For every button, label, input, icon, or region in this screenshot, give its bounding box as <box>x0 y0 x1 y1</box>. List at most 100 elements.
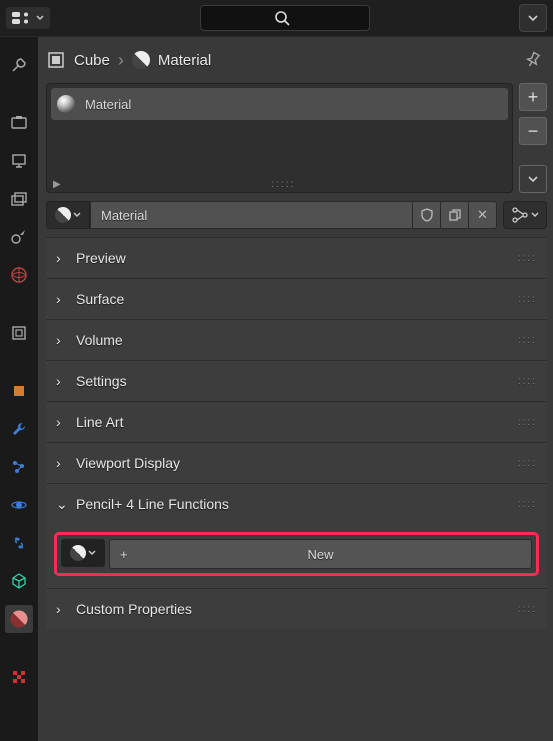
material-slot-item[interactable]: Material <box>51 88 508 120</box>
panel-volume-label: Volume <box>76 332 123 348</box>
scene-icon <box>10 228 28 246</box>
pencil-new-button[interactable]: + New <box>109 539 532 569</box>
drag-handle-icon[interactable]: :::: <box>518 458 537 469</box>
chevron-down-icon: ⌄ <box>56 496 66 513</box>
material-name-value: Material <box>101 208 147 223</box>
world-icon <box>10 266 28 284</box>
object-icon <box>46 50 66 70</box>
minus-icon: − <box>528 122 539 140</box>
drag-handle-icon[interactable]: :::: <box>518 335 537 346</box>
remove-slot-button[interactable]: − <box>519 117 547 145</box>
add-slot-button[interactable]: + <box>519 83 547 111</box>
material-slot-list[interactable]: Material ▶ ::::: <box>46 83 513 193</box>
panel-custom-label: Custom Properties <box>76 601 192 617</box>
wrench-icon <box>10 420 28 438</box>
panel-lineart-label: Line Art <box>76 414 123 430</box>
panel-custom-header[interactable]: › Custom Properties :::: <box>46 589 547 629</box>
output-icon <box>10 152 28 170</box>
panel-lineart-header[interactable]: › Line Art :::: <box>46 402 547 442</box>
expand-list-icon[interactable]: ▶ <box>53 179 61 190</box>
panel-surface-label: Surface <box>76 291 124 307</box>
tab-object[interactable] <box>5 377 33 405</box>
new-material-copy-button[interactable] <box>441 201 469 229</box>
chevron-right-icon: › <box>118 50 124 71</box>
editor-type-dropdown[interactable] <box>6 7 50 29</box>
material-name-input[interactable]: Material <box>90 201 413 229</box>
physics-icon <box>10 496 28 514</box>
panel-pencil-header[interactable]: ⌄ Pencil+ 4 Line Functions :::: <box>46 484 547 524</box>
plus-icon: + <box>528 88 539 106</box>
tab-scene[interactable] <box>5 223 33 251</box>
tab-output[interactable] <box>5 147 33 175</box>
chevron-down-icon <box>73 211 81 219</box>
pin-icon <box>524 51 542 69</box>
unlink-material-button[interactable]: ✕ <box>469 201 497 229</box>
tab-world[interactable] <box>5 261 33 289</box>
drag-handle-icon[interactable]: :::: <box>518 604 537 615</box>
chevron-right-icon: › <box>56 414 66 430</box>
drag-handle-icon[interactable]: :::: <box>518 376 537 387</box>
breadcrumb-material[interactable]: Material <box>132 51 211 69</box>
material-icon <box>128 47 153 72</box>
panel-viewport-header[interactable]: › Viewport Display :::: <box>46 443 547 483</box>
drag-handle-icon[interactable]: :::: <box>518 499 537 510</box>
duplicate-icon <box>448 208 462 222</box>
panel-settings-header[interactable]: › Settings :::: <box>46 361 547 401</box>
drag-handle-icon[interactable]: :::: <box>518 294 537 305</box>
nodetree-icon <box>511 207 529 223</box>
chevron-right-icon: › <box>56 455 66 471</box>
plus-icon: + <box>120 547 128 562</box>
panel-preview-header[interactable]: › Preview :::: <box>46 238 547 278</box>
property-tab-strip <box>0 37 38 741</box>
particles-icon <box>10 458 28 476</box>
panel-surface-header[interactable]: › Surface :::: <box>46 279 547 319</box>
constraints-icon <box>10 534 28 552</box>
viewlayer-icon <box>10 190 28 208</box>
pencil-new-label: New <box>307 547 333 562</box>
tab-modifiers[interactable] <box>5 415 33 443</box>
search-input[interactable] <box>200 5 370 31</box>
material-icon <box>52 204 75 227</box>
collection-icon <box>10 324 28 342</box>
tab-data[interactable] <box>5 567 33 595</box>
tab-material[interactable] <box>5 605 33 633</box>
slot-specials-dropdown[interactable] <box>519 165 547 193</box>
breadcrumb-object[interactable]: Cube <box>46 50 110 70</box>
properties-icon <box>12 11 32 25</box>
panel-settings-label: Settings <box>76 373 127 389</box>
pencil-line-browse[interactable] <box>61 539 105 567</box>
tab-particles[interactable] <box>5 453 33 481</box>
chevron-down-icon <box>36 14 44 22</box>
tab-physics[interactable] <box>5 491 33 519</box>
chevron-right-icon: › <box>56 373 66 389</box>
tab-tool[interactable] <box>5 51 33 79</box>
material-icon <box>67 542 90 565</box>
material-datablock-browse[interactable] <box>46 201 90 229</box>
pin-button[interactable] <box>519 46 547 74</box>
material-icon <box>7 607 31 631</box>
drag-handle-icon[interactable]: :::: <box>518 417 537 428</box>
fake-user-button[interactable] <box>413 201 441 229</box>
panel-viewport-label: Viewport Display <box>76 455 180 471</box>
chevron-down-icon <box>88 549 96 557</box>
node-tree-browse[interactable] <box>503 201 547 229</box>
tab-viewlayer[interactable] <box>5 185 33 213</box>
shield-icon <box>420 208 434 222</box>
drag-handle-icon[interactable]: ::::: <box>271 179 295 190</box>
chevron-down-icon <box>528 174 538 184</box>
drag-handle-icon[interactable]: :::: <box>518 253 537 264</box>
tab-collection[interactable] <box>5 319 33 347</box>
chevron-down-icon <box>531 211 539 219</box>
tab-constraints[interactable] <box>5 529 33 557</box>
render-icon <box>10 114 28 132</box>
object-icon <box>10 382 28 400</box>
panel-volume-header[interactable]: › Volume :::: <box>46 320 547 360</box>
search-icon <box>274 10 290 26</box>
options-dropdown[interactable] <box>519 4 547 32</box>
chevron-right-icon: › <box>56 601 66 617</box>
panel-pencil-label: Pencil+ 4 Line Functions <box>76 496 229 512</box>
tab-texture[interactable] <box>5 663 33 691</box>
breadcrumb: Cube › Material <box>46 37 547 83</box>
texture-icon <box>10 668 28 686</box>
tab-render[interactable] <box>5 109 33 137</box>
